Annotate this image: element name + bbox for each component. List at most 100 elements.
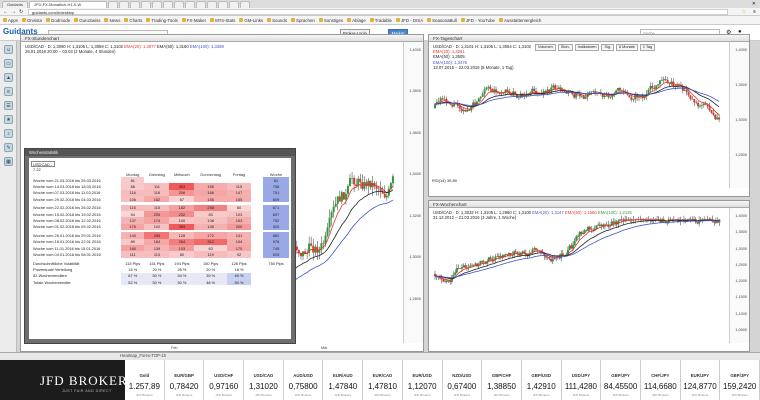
tab-active-chart[interactable]: JFD-FX-Monatlich-H1-0-W bbox=[29, 1, 107, 8]
tab-5[interactable] bbox=[130, 1, 140, 8]
desktop-icon[interactable]: ▭ bbox=[4, 59, 13, 68]
bookmark-item[interactable]: Tradable bbox=[369, 18, 392, 23]
url-field[interactable]: guidants.com/#/desktop bbox=[28, 9, 728, 15]
bookmark-item[interactable]: GuruSwiss bbox=[74, 18, 100, 23]
avatar[interactable]: ☺ bbox=[4, 45, 13, 54]
chart-icon[interactable]: ▲ bbox=[4, 73, 13, 82]
quote-source: JFD Brokers bbox=[651, 393, 669, 397]
tab-7[interactable] bbox=[152, 1, 162, 8]
bookmark-item[interactable]: Onvista bbox=[22, 18, 42, 23]
reload-icon[interactable]: ↻ bbox=[19, 9, 23, 15]
quote-tile[interactable]: GBP/JPY 84,45500 JFD Brokers bbox=[601, 360, 641, 400]
bookmark-item[interactable]: Ausstattervergleich bbox=[498, 18, 541, 23]
list-icon[interactable]: ☰ bbox=[4, 101, 13, 110]
quote-source: JFD Brokers bbox=[691, 393, 709, 397]
quote-tile[interactable]: EUR/JPY 124,8770 JFD Brokers bbox=[681, 360, 721, 400]
tab-8[interactable] bbox=[163, 1, 173, 8]
bookmark-item[interactable]: Sounds bbox=[267, 18, 287, 23]
tab-guidants[interactable]: Guidants bbox=[2, 1, 28, 8]
candle bbox=[649, 85, 652, 90]
bookmark-item[interactable]: JFD - DISA bbox=[395, 18, 423, 23]
quote-tile[interactable]: Gold 1.257,89 JFD Brokers bbox=[125, 360, 165, 400]
candle bbox=[472, 264, 475, 266]
quote-tile[interactable]: EUR/AUD 1,47840 JFD Brokers bbox=[323, 360, 364, 400]
candle bbox=[691, 98, 694, 100]
star-icon[interactable]: ★ bbox=[4, 115, 13, 124]
quote-source: JFD Brokers bbox=[175, 393, 193, 397]
candle bbox=[498, 92, 501, 94]
quote-tile[interactable]: EUR/GBP 0,78420 JFD Brokers bbox=[165, 360, 205, 400]
quote-symbol: GBP/JPY bbox=[611, 373, 630, 378]
quote-price: 1,31020 bbox=[248, 382, 278, 391]
tab-15[interactable] bbox=[240, 1, 250, 8]
heatmap-bar bbox=[0, 352, 760, 360]
candle bbox=[391, 176, 394, 184]
bookmark-item[interactable]: News bbox=[104, 18, 120, 23]
bookmark-item[interactable]: FX-Maker bbox=[181, 18, 206, 23]
quote-tile[interactable]: NZD/USD 0,67400 JFD Brokers bbox=[443, 360, 483, 400]
tab-13[interactable] bbox=[218, 1, 228, 8]
quote-symbol: Gold bbox=[139, 373, 150, 378]
tools-icon[interactable]: ✎ bbox=[4, 143, 13, 152]
bookmark-item[interactable]: GM-Links bbox=[239, 18, 263, 23]
folder-icon bbox=[369, 18, 374, 22]
candle bbox=[632, 99, 635, 100]
bookmark-item[interactable]: MT4-Stats bbox=[210, 18, 235, 23]
ema-line bbox=[434, 219, 720, 280]
bookmark-item[interactable]: Apps bbox=[3, 18, 18, 23]
quote-tile[interactable]: USD/CAD 1,31020 JFD Brokers bbox=[244, 360, 284, 400]
quote-tile[interactable]: GBP/USD 1,42910 JFD Brokers bbox=[522, 360, 562, 400]
quote-tile[interactable]: CHF/JPY 114,6680 JFD Brokers bbox=[641, 360, 681, 400]
quote-tile[interactable]: USD/CHF 0,97160 JFD Brokers bbox=[204, 360, 245, 400]
quote-symbol: GBP/USD bbox=[531, 373, 551, 378]
back-icon[interactable]: ← bbox=[3, 9, 8, 15]
bookmark-item[interactable]: Sprachen bbox=[291, 18, 315, 23]
symbol-select[interactable]: USDCAD - 7.22 bbox=[31, 161, 55, 172]
summary-cell: 50 % bbox=[144, 278, 170, 286]
bookmark-item[interactable]: Ablage bbox=[347, 18, 366, 23]
quote-tile[interactable]: EUR/CAD 1,47810 JFD Brokers bbox=[363, 360, 403, 400]
bookmark-item[interactable]: Charts bbox=[124, 18, 142, 23]
candle bbox=[617, 87, 620, 91]
bookmark-item[interactable]: Godmode bbox=[45, 18, 70, 23]
weekly-statistics-window[interactable]: Wochenstatistik USDCAD - 7.22 Montag Dien… bbox=[24, 148, 296, 344]
folder-icon bbox=[22, 18, 27, 22]
quote-tile[interactable]: USD/JPY 111,4280 JFD Brokers bbox=[562, 360, 602, 400]
candle bbox=[628, 94, 631, 98]
tab-10[interactable] bbox=[185, 1, 195, 8]
bookmark-item[interactable]: Sonstiges bbox=[318, 18, 343, 23]
quote-tile[interactable]: EUR/USD 1,12070 JFD Brokers bbox=[403, 360, 443, 400]
star-icon[interactable]: ☆ bbox=[742, 9, 746, 15]
tab-11[interactable] bbox=[196, 1, 206, 8]
quote-price: 0,67400 bbox=[447, 382, 477, 391]
tab-12[interactable] bbox=[207, 1, 217, 8]
quote-source: JFD Brokers bbox=[334, 393, 352, 397]
tab-3[interactable] bbox=[108, 1, 118, 8]
tab-4[interactable] bbox=[119, 1, 129, 8]
news-icon[interactable]: ≡ bbox=[4, 87, 13, 96]
x-tick: Mär bbox=[321, 346, 328, 350]
tab-6[interactable] bbox=[141, 1, 151, 8]
candle bbox=[312, 245, 315, 253]
bookmark-item[interactable]: SeasonaBull bbox=[427, 18, 457, 23]
tab-9[interactable] bbox=[174, 1, 184, 8]
quote-tile[interactable]: GBP/JPY 159,2420 JFD Brokers bbox=[720, 360, 760, 400]
bookmark-item[interactable]: Trading-Tools bbox=[146, 18, 178, 23]
quote-tile[interactable]: AUD/USD 0,75800 JFD Brokers bbox=[284, 360, 324, 400]
summary-cell: 48 % bbox=[194, 278, 228, 286]
folder-icon bbox=[146, 18, 151, 22]
quote-symbol: EUR/CAD bbox=[372, 373, 393, 378]
bookmark-item[interactable]: JFD - YouTube bbox=[460, 18, 495, 23]
quote-tile[interactable]: GBP/CHF 1,38850 JFD Brokers bbox=[482, 360, 522, 400]
bell-icon[interactable]: ♪ bbox=[4, 129, 13, 138]
forward-icon[interactable]: → bbox=[11, 9, 16, 15]
candle bbox=[346, 186, 349, 194]
candle bbox=[533, 88, 536, 92]
candle bbox=[638, 97, 641, 98]
grid-icon[interactable]: ▦ bbox=[4, 157, 13, 166]
candle bbox=[571, 245, 574, 249]
tab-14[interactable] bbox=[229, 1, 239, 8]
close-window-icon[interactable]: ✕ bbox=[752, 1, 756, 7]
menu-icon[interactable]: ≡ bbox=[753, 9, 756, 15]
price-tick: 1,3000 bbox=[409, 255, 421, 260]
